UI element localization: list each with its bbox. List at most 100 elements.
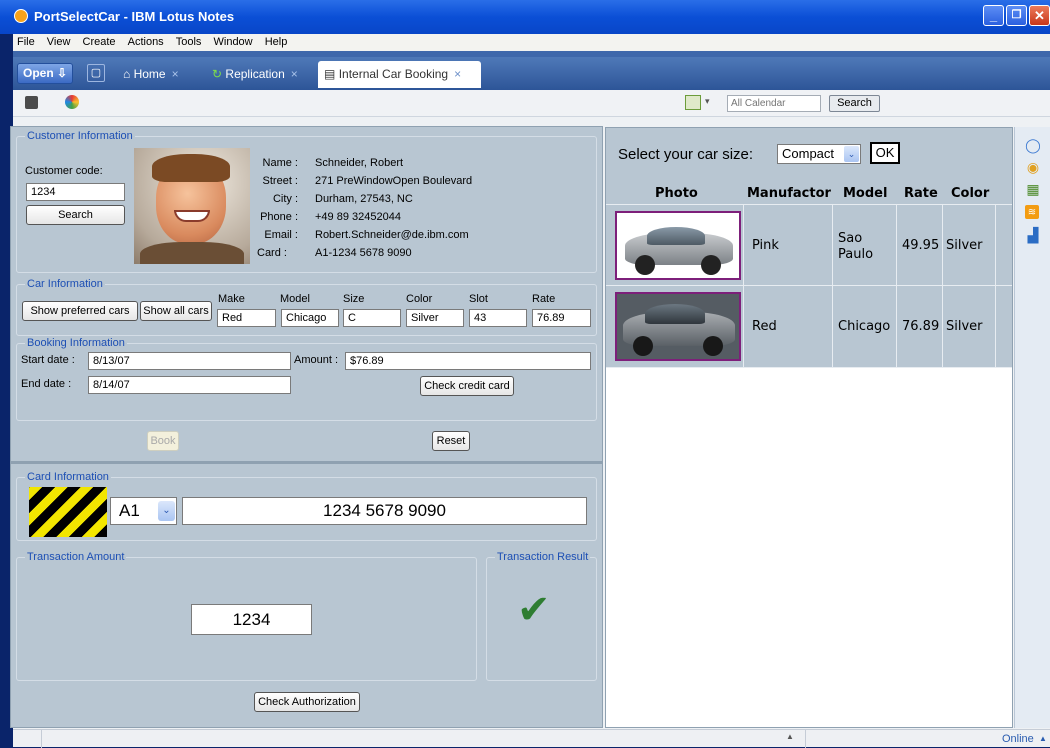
status-divider bbox=[41, 730, 42, 748]
show-preferred-cars-button[interactable]: Show preferred cars bbox=[22, 301, 138, 321]
menu-window[interactable]: Window bbox=[210, 34, 257, 48]
booking-information-legend: Booking Information bbox=[25, 337, 127, 349]
chevron-up-icon[interactable]: ▲ bbox=[786, 732, 794, 741]
chevron-down-icon[interactable]: ⌄ bbox=[158, 501, 175, 521]
transaction-result-group: Transaction Result ✔ bbox=[486, 551, 597, 681]
menu-view[interactable]: View bbox=[43, 34, 75, 48]
color-header: Color bbox=[406, 293, 433, 305]
car-table-header: Photo Manufactor Model Rate Color bbox=[606, 182, 1012, 204]
chat-icon[interactable]: ◯ bbox=[1025, 137, 1041, 153]
column-divider bbox=[896, 204, 897, 368]
start-date-label: Start date : bbox=[21, 354, 75, 366]
car-size-prompt: Select your car size: bbox=[618, 146, 754, 163]
home-icon: ⌂ bbox=[123, 67, 131, 81]
chevron-up-icon[interactable]: ▲ bbox=[1039, 734, 1047, 743]
toolbar: ▾ Search bbox=[13, 90, 1050, 117]
menu-actions[interactable]: Actions bbox=[124, 34, 168, 48]
name-label: Name : bbox=[262, 157, 298, 169]
menu-help[interactable]: Help bbox=[261, 34, 292, 48]
booking-information-group: Booking Information Start date : 8/13/07… bbox=[16, 337, 597, 421]
transaction-amount-field[interactable]: 1234 bbox=[191, 604, 312, 635]
end-date-field[interactable]: 8/14/07 bbox=[88, 376, 291, 394]
card-label: Card : bbox=[257, 247, 287, 259]
section-divider bbox=[11, 461, 602, 464]
card-type-value: A1 bbox=[119, 501, 140, 520]
lotus-notes-icon bbox=[14, 9, 28, 23]
table-row[interactable]: Red Chicago 76.89 Silver bbox=[606, 286, 1012, 368]
car-model-field[interactable]: Chicago bbox=[281, 309, 339, 327]
card-information-group: Card Information A1 ⌄ 1234 5678 9090 bbox=[16, 471, 597, 541]
car-size-value: Compact bbox=[782, 146, 835, 161]
customer-card-value: A1-1234 5678 9090 bbox=[315, 247, 412, 259]
column-divider bbox=[942, 204, 943, 368]
phone-label: Phone : bbox=[260, 211, 298, 223]
calendar-icon[interactable] bbox=[685, 95, 701, 110]
car-photo bbox=[615, 292, 741, 361]
rate-cell: 49.95 bbox=[902, 238, 940, 253]
customer-email-value: Robert.Schneider@de.ibm.com bbox=[315, 229, 469, 241]
car-make-field[interactable]: Red bbox=[217, 309, 276, 327]
tab-replication[interactable]: ↻ Replication × bbox=[206, 61, 298, 88]
table-row[interactable]: Pink Sao Paulo 49.95 Silver bbox=[606, 204, 1012, 286]
car-rate-field[interactable]: 76.89 bbox=[532, 309, 591, 327]
car-size-ok-button[interactable]: OK bbox=[870, 142, 900, 164]
window-title: PortSelectCar - IBM Lotus Notes bbox=[34, 9, 235, 24]
tab-internal-car-booking[interactable]: ▤ Internal Car Booking × bbox=[318, 61, 481, 88]
rate-cell: 76.89 bbox=[902, 319, 940, 334]
transaction-result-legend: Transaction Result bbox=[495, 551, 591, 563]
check-authorization-button[interactable]: Check Authorization bbox=[254, 692, 360, 712]
status-bar: ▲ Online ▲ bbox=[13, 729, 1050, 748]
car-size-header: Select your car size: Compact ⌄ OK bbox=[606, 128, 1012, 175]
car-color-field[interactable]: Silver bbox=[406, 309, 464, 327]
calendar-search-input[interactable] bbox=[727, 95, 821, 112]
page-icon[interactable] bbox=[25, 96, 38, 109]
transaction-amount-legend: Transaction Amount bbox=[25, 551, 127, 563]
form-icon: ▤ bbox=[324, 67, 336, 81]
menu-create[interactable]: Create bbox=[79, 34, 120, 48]
feeds-icon[interactable]: ≋ bbox=[1025, 205, 1039, 219]
book-button[interactable]: Book bbox=[147, 431, 179, 451]
column-divider bbox=[995, 204, 996, 368]
menu-file[interactable]: File bbox=[13, 34, 39, 48]
show-all-cars-button[interactable]: Show all cars bbox=[140, 301, 212, 321]
manufactor-cell: Pink bbox=[752, 238, 779, 253]
chevron-down-icon[interactable]: ▾ bbox=[705, 96, 710, 107]
tab-home[interactable]: ⌂ Home × bbox=[117, 61, 179, 88]
restore-button[interactable]: ❐ bbox=[1006, 5, 1027, 26]
check-credit-card-button[interactable]: Check credit card bbox=[420, 376, 514, 396]
sametime-icon[interactable] bbox=[65, 95, 79, 109]
card-number-field[interactable]: 1234 5678 9090 bbox=[182, 497, 587, 525]
new-window-icon[interactable]: ▢ bbox=[87, 64, 105, 82]
minimize-button[interactable]: _ bbox=[983, 5, 1004, 26]
customer-information-legend: Customer Information bbox=[25, 130, 135, 142]
tab-home-close-icon[interactable]: × bbox=[172, 67, 179, 81]
calendar-search-button[interactable]: Search bbox=[829, 95, 880, 112]
column-divider bbox=[743, 204, 744, 368]
chevron-down-icon[interactable]: ⌄ bbox=[844, 146, 859, 162]
customer-search-button[interactable]: Search bbox=[26, 205, 125, 225]
car-photo bbox=[615, 211, 741, 280]
car-size-select[interactable]: Compact ⌄ bbox=[777, 144, 861, 164]
menu-tools[interactable]: Tools bbox=[172, 34, 206, 48]
open-button[interactable]: Open ⇩ bbox=[17, 63, 73, 84]
menu-bar: File View Create Actions Tools Window He… bbox=[13, 34, 1050, 51]
city-label: City : bbox=[272, 193, 298, 205]
day-at-a-glance-icon[interactable]: ▦ bbox=[1025, 181, 1041, 197]
widgets-icon[interactable]: ▟ bbox=[1025, 227, 1041, 243]
size-header: Size bbox=[343, 293, 365, 305]
car-slot-field[interactable]: 43 bbox=[469, 309, 527, 327]
tab-internal-close-icon[interactable]: × bbox=[454, 67, 461, 81]
car-size-field[interactable]: C bbox=[343, 309, 401, 327]
manufactor-cell: Red bbox=[752, 319, 777, 334]
activities-icon[interactable]: ◉ bbox=[1025, 159, 1041, 175]
tab-replication-close-icon[interactable]: × bbox=[291, 67, 298, 81]
car-selector-pane: Select your car size: Compact ⌄ OK Photo… bbox=[605, 127, 1013, 728]
start-date-field[interactable]: 8/13/07 bbox=[88, 352, 291, 370]
customer-code-field[interactable]: 1234 bbox=[26, 183, 125, 201]
amount-field[interactable]: $76.89 bbox=[345, 352, 591, 370]
street-label: Street : bbox=[262, 175, 298, 187]
card-type-select[interactable]: A1 ⌄ bbox=[110, 497, 177, 525]
close-button[interactable]: ✕ bbox=[1029, 5, 1050, 26]
online-status[interactable]: Online bbox=[1002, 733, 1034, 745]
reset-button[interactable]: Reset bbox=[432, 431, 470, 451]
